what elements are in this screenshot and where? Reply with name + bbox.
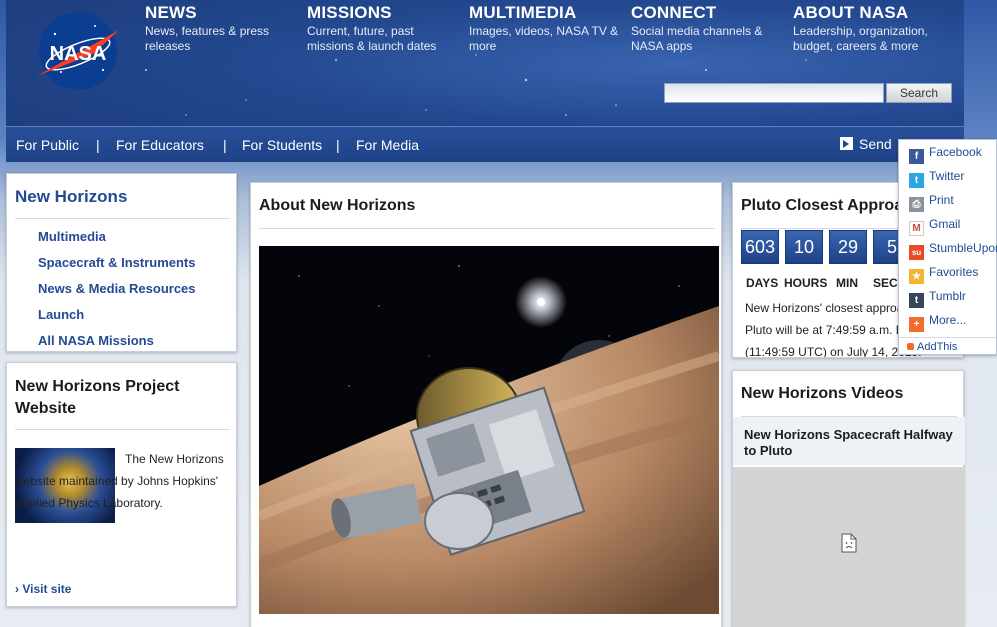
divider	[15, 218, 230, 219]
divider	[259, 228, 715, 229]
countdown-days: 603	[741, 230, 779, 264]
share-dropdown-menu: f Facebook t Twitter ⎙ Print M Gmail su Stumb…	[898, 139, 997, 355]
share-favorites[interactable]: ★ Favorites	[909, 265, 979, 284]
videos-panel: New Horizons Videos New Horizons Spacecr…	[732, 370, 965, 627]
nav-missions[interactable]: MISSIONS Current, future, past missions …	[307, 3, 457, 54]
sidebar-item-news-media[interactable]: News & Media Resources	[38, 279, 196, 305]
share-more[interactable]: + More...	[909, 313, 967, 332]
nav-about-nasa-title: ABOUT NASA	[793, 3, 909, 22]
divider	[15, 429, 230, 430]
sidebar-item-spacecraft[interactable]: Spacecraft & Instruments	[38, 253, 196, 279]
label-min: MIN	[836, 276, 858, 290]
share-label: Gmail	[929, 217, 961, 231]
addthis-link[interactable]: AddThis	[899, 337, 996, 355]
nav-news-desc: News, features & press releases	[145, 24, 270, 53]
addthis-icon	[907, 343, 914, 350]
nav-connect-desc: Social media channels & NASA apps	[631, 24, 763, 53]
addthis-label: AddThis	[917, 341, 958, 353]
send-arrow-icon	[840, 137, 853, 150]
send-label: Send	[859, 136, 892, 152]
countdown-minutes: 29	[829, 230, 867, 264]
audience-navigation: For Public | For Educators | For Student…	[6, 126, 964, 162]
mission-nav-list: Multimedia Spacecraft & Instruments News…	[38, 227, 196, 357]
gmail-icon: M	[909, 221, 924, 236]
nav-news-title: NEWS	[145, 3, 197, 22]
stumbleupon-icon: su	[909, 245, 924, 260]
print-icon: ⎙	[909, 197, 924, 212]
video-title[interactable]: New Horizons Spacecraft Halfway to Pluto	[733, 417, 965, 465]
about-panel: About New Horizons	[250, 182, 722, 627]
countdown-hours: 10	[785, 230, 823, 264]
subnav-for-students[interactable]: For Students	[242, 137, 322, 153]
more-icon: +	[909, 317, 924, 332]
twitter-icon: t	[909, 173, 924, 188]
nav-news[interactable]: NEWS News, features & press releases	[145, 3, 295, 54]
search-input[interactable]	[664, 83, 884, 103]
subnav-for-public[interactable]: For Public	[16, 137, 79, 153]
sidebar-item-multimedia[interactable]: Multimedia	[38, 227, 196, 253]
nav-missions-desc: Current, future, past missions & launch …	[307, 24, 437, 53]
nav-multimedia-title: MULTIMEDIA	[469, 3, 577, 22]
subnav-separator: |	[223, 137, 227, 153]
missing-plugin-icon	[841, 533, 857, 553]
sidebar-item-all-missions[interactable]: All NASA Missions	[38, 331, 196, 357]
nasa-logo[interactable]: NASA	[33, 10, 123, 92]
label-days: DAYS	[746, 276, 779, 290]
nav-missions-title: MISSIONS	[307, 3, 392, 22]
label-hours: HOURS	[784, 276, 828, 290]
share-label: Tumblr	[929, 289, 966, 303]
site-header: NASA NEWS News, features & press release…	[6, 0, 964, 162]
nav-connect[interactable]: CONNECT Social media channels & NASA app…	[631, 3, 781, 54]
share-stumbleupon[interactable]: su StumbleUpon	[909, 241, 997, 260]
share-label: Twitter	[929, 169, 965, 183]
nav-about-nasa[interactable]: ABOUT NASA Leadership, organization, bud…	[793, 3, 943, 54]
share-print[interactable]: ⎙ Print	[909, 193, 954, 212]
label-sec: SEC	[873, 276, 898, 290]
project-description: The New Horizons website maintained by J…	[15, 448, 230, 514]
nav-multimedia-desc: Images, videos, NASA TV & more	[469, 24, 619, 53]
facebook-icon: f	[909, 149, 924, 164]
nav-about-nasa-desc: Leadership, organization, budget, career…	[793, 24, 928, 53]
share-twitter[interactable]: t Twitter	[909, 169, 965, 188]
spacecraft-hero-image[interactable]	[259, 246, 719, 614]
subnav-for-media[interactable]: For Media	[356, 137, 419, 153]
project-website-panel: New Horizons Project Website The New Hor…	[6, 362, 237, 607]
nasa-logo-text: NASA	[50, 43, 107, 65]
nav-multimedia[interactable]: MULTIMEDIA Images, videos, NASA TV & mor…	[469, 3, 619, 54]
share-label: StumbleUpon	[929, 241, 997, 255]
search-button[interactable]: Search	[886, 83, 952, 103]
countdown-title: Pluto Closest Approach	[741, 197, 922, 214]
share-tumblr[interactable]: t Tumblr	[909, 289, 966, 308]
project-website-title: New Horizons Project Website	[15, 378, 180, 417]
visit-site-link[interactable]: › Visit site	[15, 582, 71, 596]
videos-title: New Horizons Videos	[741, 385, 904, 402]
subnav-for-educators[interactable]: For Educators	[116, 137, 204, 153]
nav-connect-title: CONNECT	[631, 3, 717, 22]
share-label: Favorites	[929, 265, 979, 279]
share-label: Facebook	[929, 145, 982, 159]
sidebar-item-launch[interactable]: Launch	[38, 305, 196, 331]
favorites-icon: ★	[909, 269, 924, 284]
mission-nav-panel: New Horizons Multimedia Spacecraft & Ins…	[6, 173, 237, 352]
share-gmail[interactable]: M Gmail	[909, 217, 961, 236]
share-facebook[interactable]: f Facebook	[909, 145, 982, 164]
nasa-meatball-icon: NASA	[37, 12, 119, 90]
tumblr-icon: t	[909, 293, 924, 308]
subnav-separator: |	[336, 137, 340, 153]
share-label: Print	[929, 193, 954, 207]
mission-nav-title[interactable]: New Horizons	[15, 187, 127, 207]
video-player[interactable]	[733, 467, 965, 627]
project-description-text: The New Horizons website maintained by J…	[15, 452, 224, 510]
new-horizons-illustration	[259, 246, 719, 614]
send-share-button[interactable]: Send	[840, 136, 892, 152]
share-label: More...	[929, 313, 967, 327]
subnav-separator: |	[96, 137, 100, 153]
about-title: About New Horizons	[259, 197, 416, 214]
